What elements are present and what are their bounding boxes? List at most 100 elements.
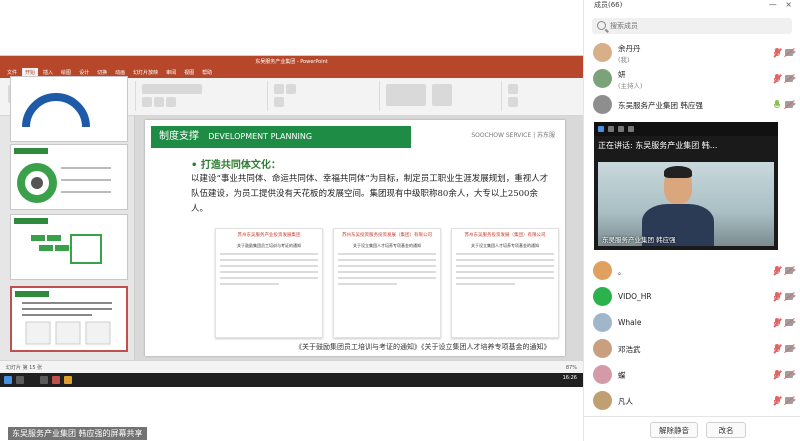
window-controls: — × (769, 0, 792, 9)
document-title: 关于设立集团人才培养专项基金的通知 (353, 243, 421, 248)
mic-muted-icon[interactable] (773, 318, 782, 328)
member-name: 邓浩武 (618, 345, 641, 354)
slide-thumbnail[interactable] (10, 144, 128, 210)
video-option-icon[interactable] (608, 126, 614, 132)
mic-muted-icon[interactable] (773, 292, 782, 302)
member-row[interactable]: 。 (584, 258, 800, 284)
slide-header-banner: 制度支撑 DEVELOPMENT PLANNING (151, 126, 411, 148)
video-option-icon[interactable] (618, 126, 624, 132)
avatar (593, 287, 612, 306)
member-name: 凡人 (618, 397, 633, 406)
screen-share-label: 东吴服务产业集团 韩应强的屏幕共享 (8, 427, 147, 440)
camera-off-icon[interactable] (784, 369, 796, 380)
member-row[interactable]: 东吴服务产业集团 韩应强 (584, 92, 800, 118)
document-org: 苏州东吴服务产业投资发展集团 (237, 233, 301, 238)
camera-off-icon[interactable] (784, 291, 796, 302)
bullets-icon[interactable] (274, 84, 284, 94)
ppt-tab[interactable]: 视图 (181, 68, 197, 78)
slide-subtitle: • 打造共同体文化： (191, 160, 281, 171)
close-icon[interactable]: × (785, 0, 792, 9)
document-image: 苏州东吴服务投资发展（集团）有限公司 关于设立集团人才培养专项基金的通知 (451, 228, 559, 338)
powerpoint-window: 东吴服务产业集团 - PowerPoint 文件 开始 插入 绘图 设计 切换 动画 幻灯片放… (0, 55, 583, 374)
speaker-video[interactable]: 正在讲话: 东吴服务产业集团 韩... 东吴服务产业集团 韩应强 (594, 122, 778, 250)
replace-icon[interactable] (508, 97, 518, 107)
slide-header-en: DEVELOPMENT PLANNING (208, 132, 313, 141)
speaker-hair (664, 166, 692, 178)
align-left-icon[interactable] (274, 97, 284, 107)
camera-off-icon[interactable] (784, 47, 796, 58)
folder-taskbar-icon[interactable] (64, 376, 72, 384)
start-icon[interactable] (4, 376, 12, 384)
current-slide[interactable]: 制度支撑 DEVELOPMENT PLANNING SOOCHOW SERVIC… (145, 120, 565, 356)
camera-off-icon[interactable] (784, 317, 796, 328)
member-row[interactable]: VIDO_HR (584, 284, 800, 310)
mic-on-icon[interactable] (773, 100, 781, 110)
camera-off-icon[interactable] (784, 99, 796, 110)
ribbon-group-paragraph (270, 81, 380, 111)
document-image: 苏州东吴投资服务投资发展（集团）有限公司 关于设立集团人才培养专项基金的通知 (333, 228, 441, 338)
slide-thumbnail-current[interactable] (10, 286, 128, 352)
slide-thumbnail[interactable] (10, 214, 128, 280)
slide-header-title: 制度支撑 (159, 131, 199, 142)
minimize-icon[interactable]: — (769, 0, 777, 9)
avatar (593, 365, 612, 384)
member-row[interactable]: 妍 (主持人) (584, 66, 800, 92)
mic-muted-icon[interactable] (773, 48, 782, 58)
camera-off-icon[interactable] (784, 73, 796, 84)
mic-muted-icon[interactable] (773, 370, 782, 380)
member-name: 东吴服务产业集团 韩应强 (618, 101, 703, 110)
mic-muted-icon[interactable] (773, 266, 782, 276)
unmute-all-button[interactable]: 解除静音 (650, 422, 698, 438)
member-name: 妍 (618, 70, 626, 79)
find-icon[interactable] (508, 84, 518, 94)
arrange-icon[interactable] (432, 84, 452, 106)
bold-icon[interactable] (142, 97, 152, 107)
member-search-input[interactable] (592, 18, 792, 34)
search-taskbar-icon[interactable] (16, 376, 24, 384)
ppt-tab[interactable]: 审阅 (163, 68, 179, 78)
thumbnail-boxes-graphic (31, 234, 102, 264)
windows-taskbar: 16:26 (0, 373, 583, 387)
member-role: (主持人) (618, 82, 643, 90)
mic-muted-icon[interactable] (773, 74, 782, 84)
panel-title: 成员(66) (594, 1, 623, 9)
ribbon-group-editing (504, 81, 574, 111)
font-name-box[interactable] (142, 84, 202, 94)
avatar (593, 339, 612, 358)
thumbnail-header-bar (15, 291, 49, 297)
slide-editor[interactable]: 制度支撑 DEVELOPMENT PLANNING SOOCHOW SERVIC… (135, 116, 583, 360)
member-name: 。 (618, 267, 626, 276)
underline-icon[interactable] (166, 97, 176, 107)
video-option-icon[interactable] (628, 126, 634, 132)
shapes-icon[interactable] (386, 84, 426, 106)
document-title: 关于鼓励集团员工培训与考证的通知 (237, 243, 301, 248)
document-org: 苏州东吴投资服务投资发展（集团）有限公司 (342, 233, 432, 238)
member-row[interactable]: 邓浩武 (584, 336, 800, 362)
camera-off-icon[interactable] (784, 265, 796, 276)
member-name: Whale (618, 318, 642, 327)
member-row[interactable]: Whale (584, 310, 800, 336)
rename-button[interactable]: 改名 (706, 422, 746, 438)
italic-icon[interactable] (154, 97, 164, 107)
member-row[interactable]: 蝶 (584, 362, 800, 388)
powerpoint-taskbar-icon[interactable] (52, 376, 60, 384)
camera-off-icon[interactable] (784, 343, 796, 354)
thumbnail-text-graphic (22, 302, 112, 345)
video-toolbar (594, 122, 778, 136)
video-layout-icon[interactable] (598, 126, 604, 132)
member-row[interactable]: 凡人 (584, 388, 800, 414)
ppt-tab[interactable]: 帮助 (199, 68, 215, 78)
member-role: (我) (618, 56, 630, 64)
avatar (593, 95, 612, 114)
member-row[interactable]: 余丹丹 (我) (584, 40, 800, 66)
mic-muted-icon[interactable] (773, 396, 782, 406)
camera-off-icon[interactable] (784, 395, 796, 406)
taskbar-app-icon[interactable] (40, 376, 48, 384)
slide-body-text: 以建设“事业共同体、命运共同体、幸福共同体”为目标，制定员工职业生涯发展规划，重… (191, 174, 549, 214)
document-org: 苏州东吴服务投资发展（集团）有限公司 (464, 233, 546, 238)
ppt-tab[interactable]: 幻灯片放映 (130, 68, 161, 78)
numbering-icon[interactable] (286, 84, 296, 94)
slide-thumbnail[interactable] (10, 76, 128, 142)
speaker-video-name: 东吴服务产业集团 韩应强 (602, 236, 676, 244)
mic-muted-icon[interactable] (773, 344, 782, 354)
